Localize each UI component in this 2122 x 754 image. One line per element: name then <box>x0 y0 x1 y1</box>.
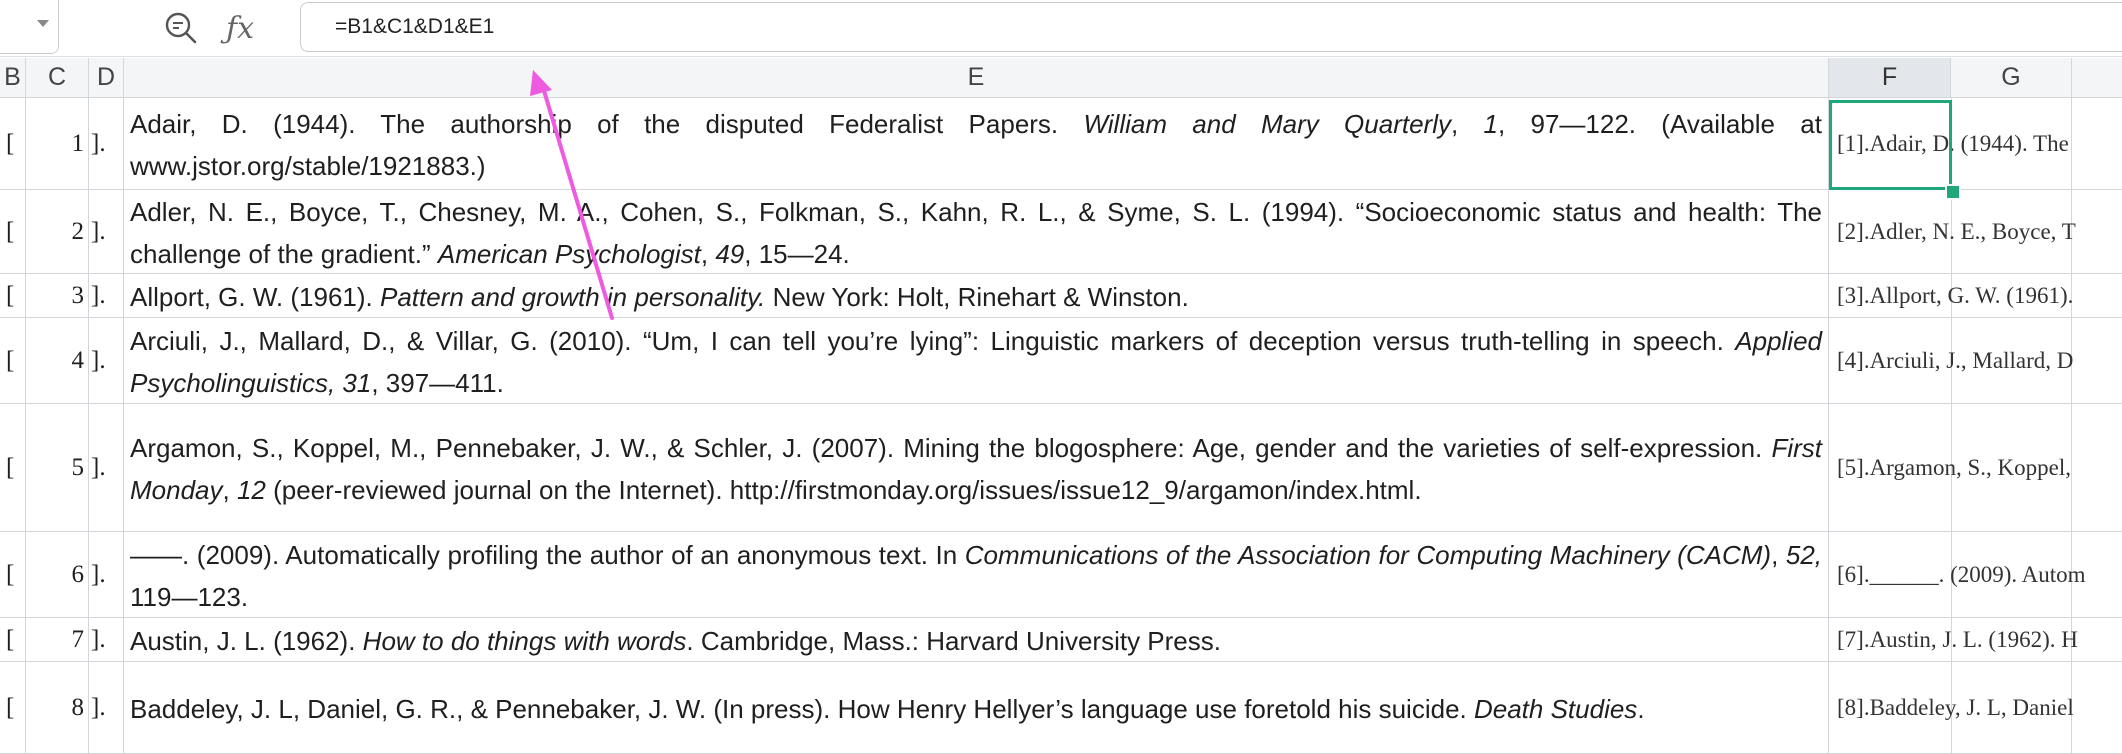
cell-f1[interactable]: [1].Adair, D. (1944). The <box>1829 98 2069 189</box>
column-header-h[interactable] <box>2072 58 2122 98</box>
cell-b2[interactable]: [ <box>0 190 26 273</box>
cell-f2[interactable]: [2].Adler, N. E., Boyce, T <box>1829 190 2076 273</box>
fill-handle[interactable] <box>1945 184 1961 200</box>
cell-d7[interactable]: ]. <box>89 618 124 661</box>
cell-d3[interactable]: ]. <box>89 274 124 317</box>
spreadsheet: ƒx =B1&C1&D1&E1 B C D E F G [ 1 ]. Adair… <box>0 0 2122 754</box>
cell-e2[interactable]: Adler, N. E., Boyce, T., Chesney, M. A.,… <box>124 190 1829 273</box>
table-row: [ 8 ]. Baddeley, J. L, Daniel, G. R., & … <box>0 662 2122 754</box>
cell-d4[interactable]: ]. <box>89 318 124 403</box>
column-header-e[interactable]: E <box>124 58 1829 98</box>
cell-b8[interactable]: [ <box>0 662 26 753</box>
cell-h2[interactable] <box>2072 190 2122 273</box>
cell-e5[interactable]: Argamon, S., Koppel, M., Pennebaker, J. … <box>124 404 1829 531</box>
cell-d1[interactable]: ]. <box>89 98 124 189</box>
table-row: [ 7 ]. Austin, J. L. (1962). How to do t… <box>0 618 2122 662</box>
formula-input[interactable]: =B1&C1&D1&E1 <box>300 2 2122 52</box>
cell-b6[interactable]: [ <box>0 532 26 617</box>
cell-h1[interactable] <box>2072 98 2122 189</box>
cell-f4[interactable]: [4].Arciuli, J., Mallard, D <box>1829 318 2073 403</box>
cell-d5[interactable]: ]. <box>89 404 124 531</box>
function-icon[interactable]: ƒx <box>220 8 260 48</box>
cell-c8[interactable]: 8 <box>26 662 89 753</box>
name-box-dropdown[interactable] <box>0 0 59 54</box>
formula-bar: ƒx =B1&C1&D1&E1 <box>0 0 2122 57</box>
table-row: [ 5 ]. Argamon, S., Koppel, M., Pennebak… <box>0 404 2122 532</box>
cell-c3[interactable]: 3 <box>26 274 89 317</box>
cell-c5[interactable]: 5 <box>26 404 89 531</box>
column-header-g[interactable]: G <box>1951 58 2072 98</box>
cell-d2[interactable]: ]. <box>89 190 124 273</box>
zoom-out-icon[interactable] <box>161 8 201 48</box>
cell-c6[interactable]: 6 <box>26 532 89 617</box>
cell-c4[interactable]: 4 <box>26 318 89 403</box>
table-row: [ 3 ]. Allport, G. W. (1961). Pattern an… <box>0 274 2122 318</box>
cell-f3[interactable]: [3].Allport, G. W. (1961). <box>1829 274 2073 317</box>
cell-e3[interactable]: Allport, G. W. (1961). Pattern and growt… <box>124 274 1829 317</box>
cell-h7[interactable] <box>2072 618 2122 661</box>
cell-b7[interactable]: [ <box>0 618 26 661</box>
cell-c1[interactable]: 1 <box>26 98 89 189</box>
fx-label: ƒx <box>225 10 255 46</box>
cell-d6[interactable]: ]. <box>89 532 124 617</box>
table-row: [ 1 ]. Adair, D. (1944). The authorship … <box>0 98 2122 190</box>
cell-e8[interactable]: Baddeley, J. L, Daniel, G. R., & Penneba… <box>124 662 1829 753</box>
cell-b5[interactable]: [ <box>0 404 26 531</box>
cell-f7[interactable]: [7].Austin, J. L. (1962). H <box>1829 618 2078 661</box>
cell-f5[interactable]: [5].Argamon, S., Koppel, <box>1829 404 2071 531</box>
chevron-down-icon <box>37 20 49 27</box>
column-header-c[interactable]: C <box>26 58 89 98</box>
cell-c7[interactable]: 7 <box>26 618 89 661</box>
cell-c2[interactable]: 2 <box>26 190 89 273</box>
column-header-f[interactable]: F <box>1829 58 1951 98</box>
cell-d8[interactable]: ]. <box>89 662 124 753</box>
table-row: [ 2 ]. Adler, N. E., Boyce, T., Chesney,… <box>0 190 2122 274</box>
column-header-b[interactable]: B <box>0 58 26 98</box>
cell-h5[interactable] <box>2072 404 2122 531</box>
table-row: [ 6 ]. ——. (2009). Automatically profili… <box>0 532 2122 618</box>
column-header-d[interactable]: D <box>89 58 124 98</box>
cell-h4[interactable] <box>2072 318 2122 403</box>
cell-e1[interactable]: Adair, D. (1944). The authorship of the … <box>124 98 1829 189</box>
cell-e7[interactable]: Austin, J. L. (1962). How to do things w… <box>124 618 1829 661</box>
cell-h3[interactable] <box>2072 274 2122 317</box>
cell-b3[interactable]: [ <box>0 274 26 317</box>
cell-f8[interactable]: [8].Baddeley, J. L, Daniel <box>1829 662 2074 753</box>
cell-b4[interactable]: [ <box>0 318 26 403</box>
cell-b1[interactable]: [ <box>0 98 26 189</box>
cell-f6[interactable]: [6].______. (2009). Autom <box>1829 532 2086 617</box>
cell-h8[interactable] <box>2072 662 2122 753</box>
table-row: [ 4 ]. Arciuli, J., Mallard, D., & Villa… <box>0 318 2122 404</box>
cell-e6[interactable]: ——. (2009). Automatically profiling the … <box>124 532 1829 617</box>
cell-e4[interactable]: Arciuli, J., Mallard, D., & Villar, G. (… <box>124 318 1829 403</box>
